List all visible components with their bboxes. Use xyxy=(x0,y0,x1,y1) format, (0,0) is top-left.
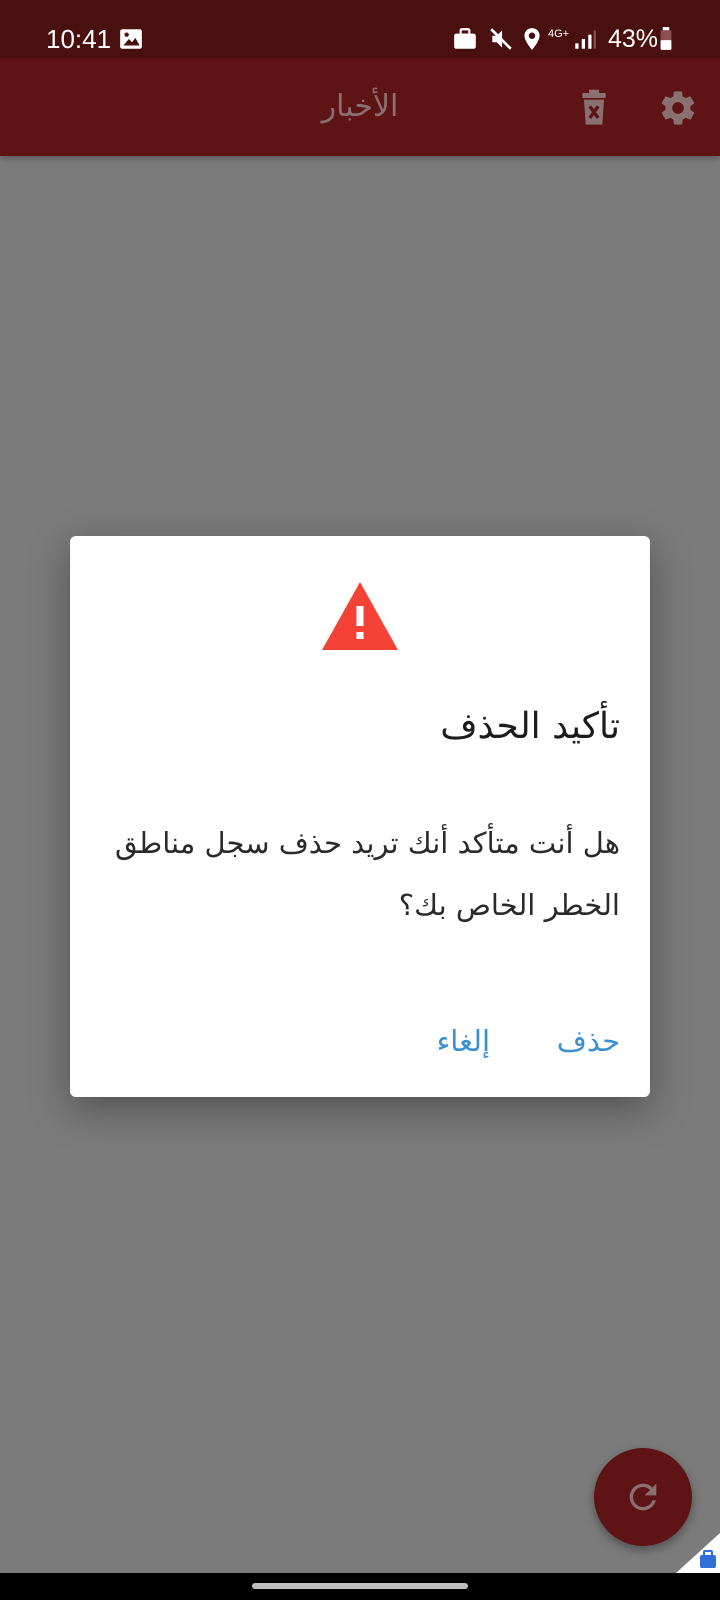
status-time: 10:41 xyxy=(46,24,112,54)
gallery-icon xyxy=(120,29,142,49)
settings-icon[interactable] xyxy=(658,88,698,128)
signal-icon xyxy=(575,30,596,49)
app-bar: الأخبار xyxy=(0,58,720,156)
confirm-delete-dialog: تأكيد الحذف هل أنت متأكد أنك تريد حذف سج… xyxy=(70,536,650,1097)
home-gesture-handle[interactable] xyxy=(252,1583,468,1589)
status-bar: 10:41 4G+ 43% xyxy=(0,0,720,58)
location-icon xyxy=(524,28,540,50)
battery-icon xyxy=(660,27,672,50)
dialog-title: تأكيد الحذف xyxy=(440,706,620,747)
cancel-button[interactable]: إلغاء xyxy=(437,1016,490,1066)
battery-percentage: 43% xyxy=(608,25,659,53)
network-type: 4G+ xyxy=(548,28,570,40)
page-title: الأخبار xyxy=(321,89,399,124)
warning-icon xyxy=(322,582,398,650)
dialog-actions: حذف إلغاء xyxy=(100,1016,620,1066)
work-badge-icon xyxy=(676,1533,720,1573)
dialog-message: هل أنت متأكد أنك تريد حذف سجل مناطق الخط… xyxy=(114,826,620,922)
navigation-bar xyxy=(0,1573,720,1600)
work-profile-icon xyxy=(454,28,476,49)
delete-button[interactable]: حذف xyxy=(557,1016,620,1066)
delete-icon[interactable] xyxy=(574,88,614,128)
mute-icon xyxy=(490,28,512,50)
refresh-button[interactable] xyxy=(594,1448,692,1546)
refresh-icon xyxy=(629,1483,657,1511)
